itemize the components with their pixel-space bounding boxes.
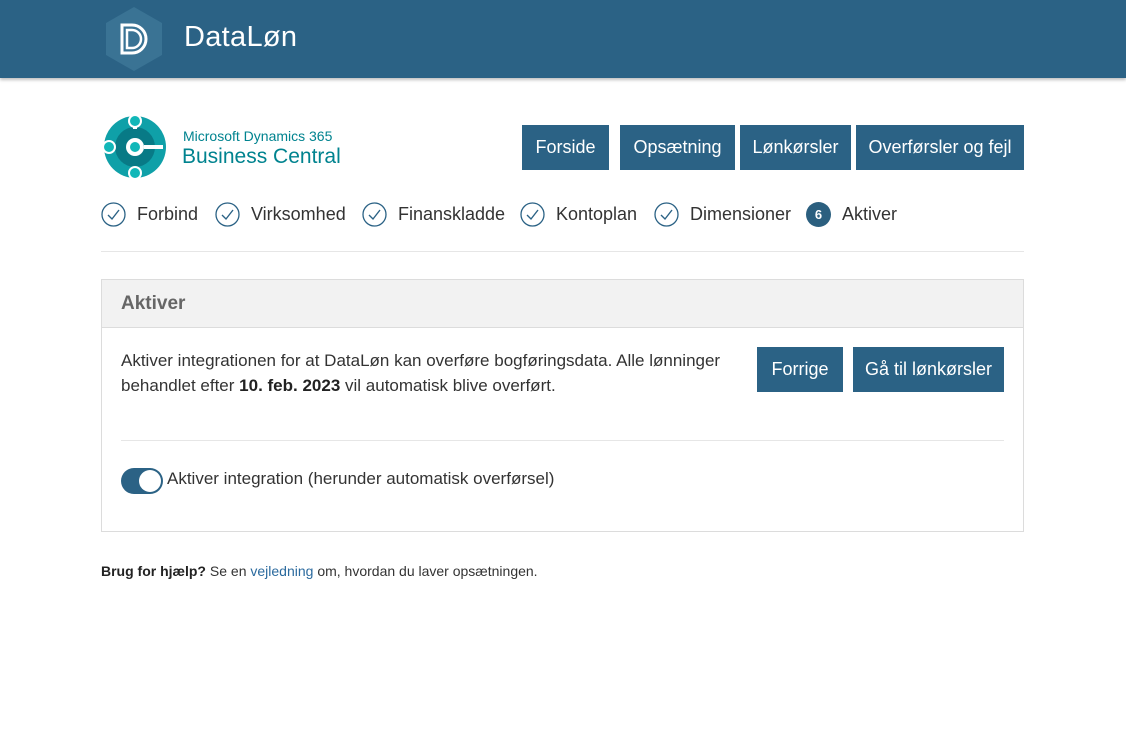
step-label: Aktiver: [842, 203, 898, 224]
step-label: Dimensioner: [690, 203, 792, 224]
divider: [121, 440, 1004, 441]
help-after: om, hvordan du laver opsætningen.: [313, 563, 538, 579]
step-label: Forbind: [137, 203, 199, 224]
check-circle-icon: [101, 201, 126, 227]
step-label: Finanskladde: [398, 203, 506, 224]
gaa-til-loenkoersler-button[interactable]: Gå til lønkørsler: [853, 347, 1004, 392]
toggle-knob: [139, 470, 161, 492]
vejledning-link[interactable]: vejledning: [250, 563, 313, 579]
step-label: Virksomhed: [251, 203, 346, 224]
brand-name[interactable]: DataLøn: [184, 21, 297, 54]
step-forbind[interactable]: Forbind: [101, 201, 198, 227]
bc-logo-line1: Microsoft Dynamics 365: [183, 128, 333, 144]
forrige-button[interactable]: Forrige: [757, 347, 843, 392]
step-dimensioner[interactable]: Dimensioner: [654, 201, 791, 227]
step-number-badge: 6: [806, 201, 831, 227]
top-bar: DataLøn: [0, 0, 1126, 78]
step-label: Kontoplan: [556, 203, 638, 224]
check-circle-icon: [654, 201, 679, 227]
step-virksomhed[interactable]: Virksomhed: [215, 201, 346, 227]
divider: [101, 251, 1024, 252]
help-text: Brug for hjælp? Se en vejledning om, hvo…: [101, 563, 538, 579]
nav-loenkoersler-button[interactable]: Lønkørsler: [740, 125, 851, 170]
check-circle-icon: [215, 201, 240, 227]
step-kontoplan[interactable]: Kontoplan: [520, 201, 637, 227]
bc-logo-line2: Business Central: [182, 145, 341, 168]
nav-overfoersler-button[interactable]: Overførsler og fejl: [856, 125, 1024, 170]
nav-forside-button[interactable]: Forside: [522, 125, 609, 170]
check-circle-icon: [362, 201, 387, 227]
nav-opsaetning-button[interactable]: Opsætning: [620, 125, 735, 170]
panel-header: Aktiver: [102, 280, 1023, 328]
desc-text-end: vil automatisk blive overført.: [340, 376, 556, 395]
business-central-logo-icon: [102, 114, 166, 180]
step-finanskladde[interactable]: Finanskladde: [362, 201, 505, 227]
dataloen-logo-icon[interactable]: [101, 6, 167, 72]
toggle-label[interactable]: Aktiver integration (herunder automatisk…: [167, 469, 554, 489]
panel-title: Aktiver: [121, 293, 186, 314]
check-circle-icon: [520, 201, 545, 227]
desc-date: 10. feb. 2023: [239, 376, 341, 395]
aktiver-panel: Aktiver Aktiver integrationen for at Dat…: [101, 279, 1024, 532]
panel-description: Aktiver integrationen for at DataLøn kan…: [121, 348, 751, 398]
integration-toggle[interactable]: [121, 468, 163, 494]
step-aktiver[interactable]: 6 Aktiver: [806, 201, 897, 227]
help-bold: Brug for hjælp?: [101, 563, 206, 579]
help-before: Se en: [206, 563, 251, 579]
